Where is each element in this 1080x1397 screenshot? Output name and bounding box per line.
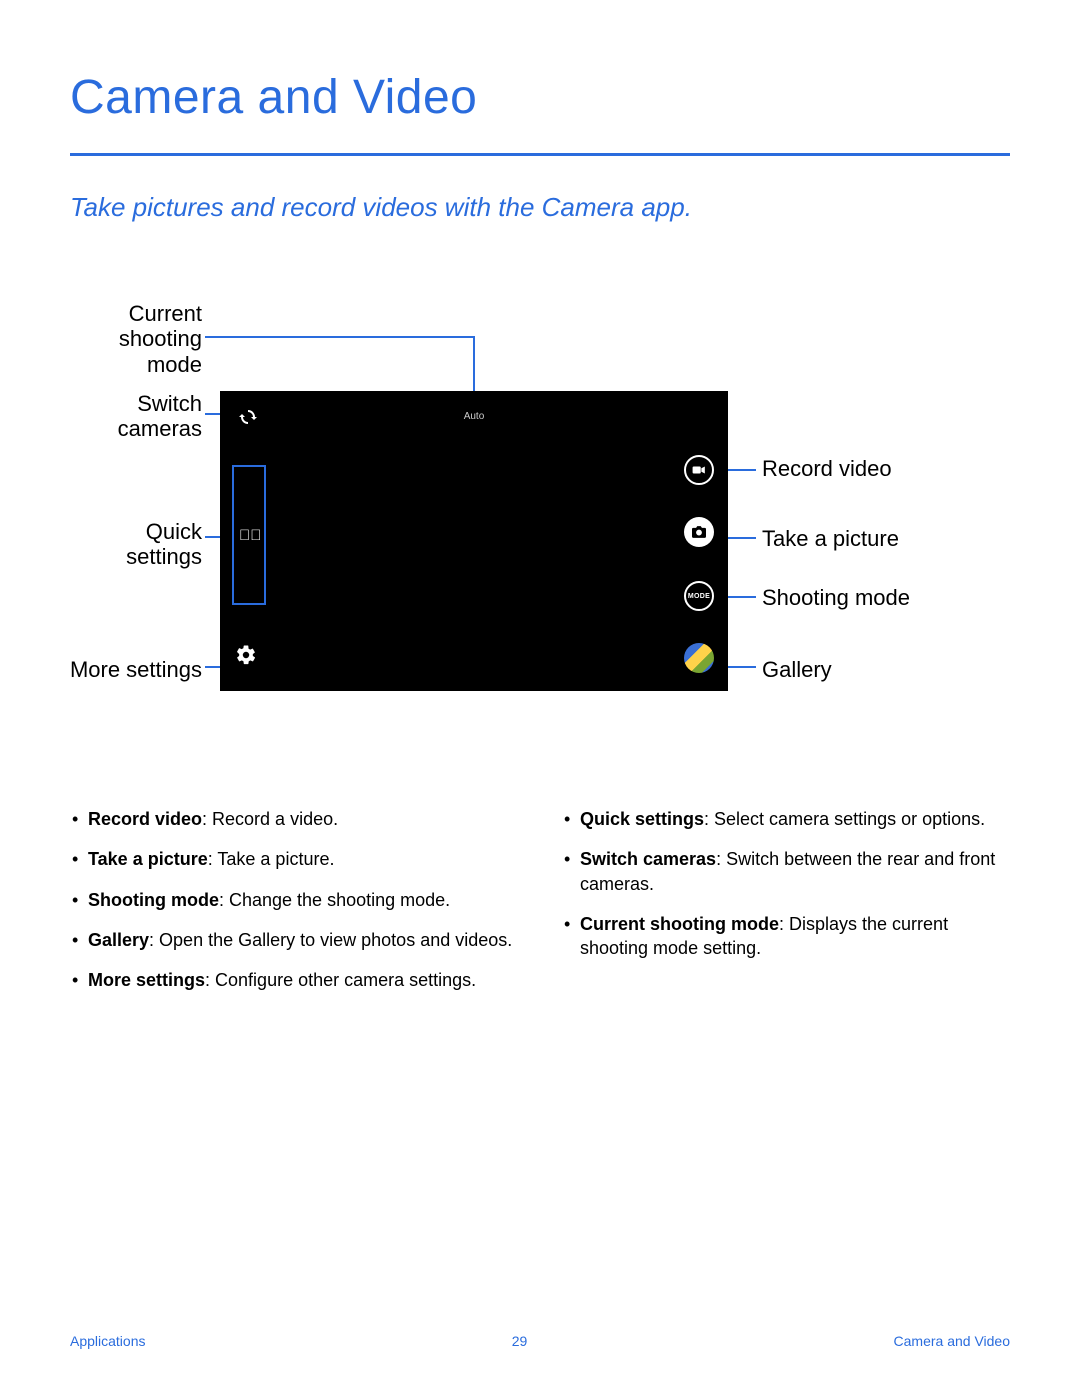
callout-take-picture: Take a picture: [762, 526, 899, 551]
callout-gallery: Gallery: [762, 657, 832, 682]
bullet-item: Shooting mode: Change the shooting mode.: [70, 888, 518, 912]
bullet-item: Record video: Record a video.: [70, 807, 518, 831]
page-subtitle: Take pictures and record videos with the…: [70, 192, 1010, 223]
page-footer: Applications 29 Camera and Video: [70, 1333, 1010, 1349]
bullet-term: Current shooting mode: [580, 914, 779, 934]
bullet-item: Current shooting mode: Displays the curr…: [562, 912, 1010, 961]
bullet-col-right: Quick settings: Select camera settings o…: [562, 807, 1010, 1008]
footer-right: Camera and Video: [894, 1333, 1010, 1349]
bullet-term: Record video: [88, 809, 202, 829]
switch-camera-icon: [236, 405, 260, 429]
callout-quick-settings: Quick settings: [70, 519, 202, 570]
horizontal-rule: [70, 153, 1010, 156]
bullet-item: Gallery: Open the Gallery to view photos…: [70, 928, 518, 952]
bullet-term: Gallery: [88, 930, 149, 950]
footer-page-number: 29: [512, 1333, 528, 1349]
gear-icon: [235, 644, 257, 671]
page-title: Camera and Video: [70, 70, 1010, 125]
callout-shooting-mode: Shooting mode: [762, 585, 910, 610]
document-page: Camera and Video Take pictures and recor…: [0, 0, 1080, 1397]
bullet-columns: Record video: Record a video. Take a pict…: [70, 807, 1010, 1008]
flash-icon: ⚡⃠: [239, 527, 262, 544]
callout-current-mode: Current shooting mode: [70, 301, 202, 377]
bullet-term: More settings: [88, 970, 205, 990]
bullet-term: Quick settings: [580, 809, 704, 829]
bullet-item: Switch cameras: Switch between the rear …: [562, 847, 1010, 896]
callout-record-video: Record video: [762, 456, 892, 481]
bullet-term: Switch cameras: [580, 849, 716, 869]
gallery-thumbnail-icon: [684, 643, 714, 673]
callout-switch-cameras: Switch cameras: [70, 391, 202, 442]
bullet-term: Take a picture: [88, 849, 208, 869]
camera-icon: [684, 517, 714, 547]
bullet-term: Shooting mode: [88, 890, 219, 910]
bullet-item: More settings: Configure other camera se…: [70, 968, 518, 992]
camera-screen: Auto ⚡⃠ MODE: [220, 391, 728, 691]
bullet-item: Take a picture: Take a picture.: [70, 847, 518, 871]
bullet-col-left: Record video: Record a video. Take a pict…: [70, 807, 518, 1008]
bullet-item: Quick settings: Select camera settings o…: [562, 807, 1010, 831]
mode-button-icon: MODE: [684, 581, 714, 611]
footer-left: Applications: [70, 1333, 146, 1349]
current-mode-label: Auto: [220, 411, 728, 422]
record-video-icon: [684, 455, 714, 485]
callout-more-settings: More settings: [60, 657, 202, 682]
camera-diagram: Current shooting mode Switch cameras Qui…: [70, 301, 1010, 721]
